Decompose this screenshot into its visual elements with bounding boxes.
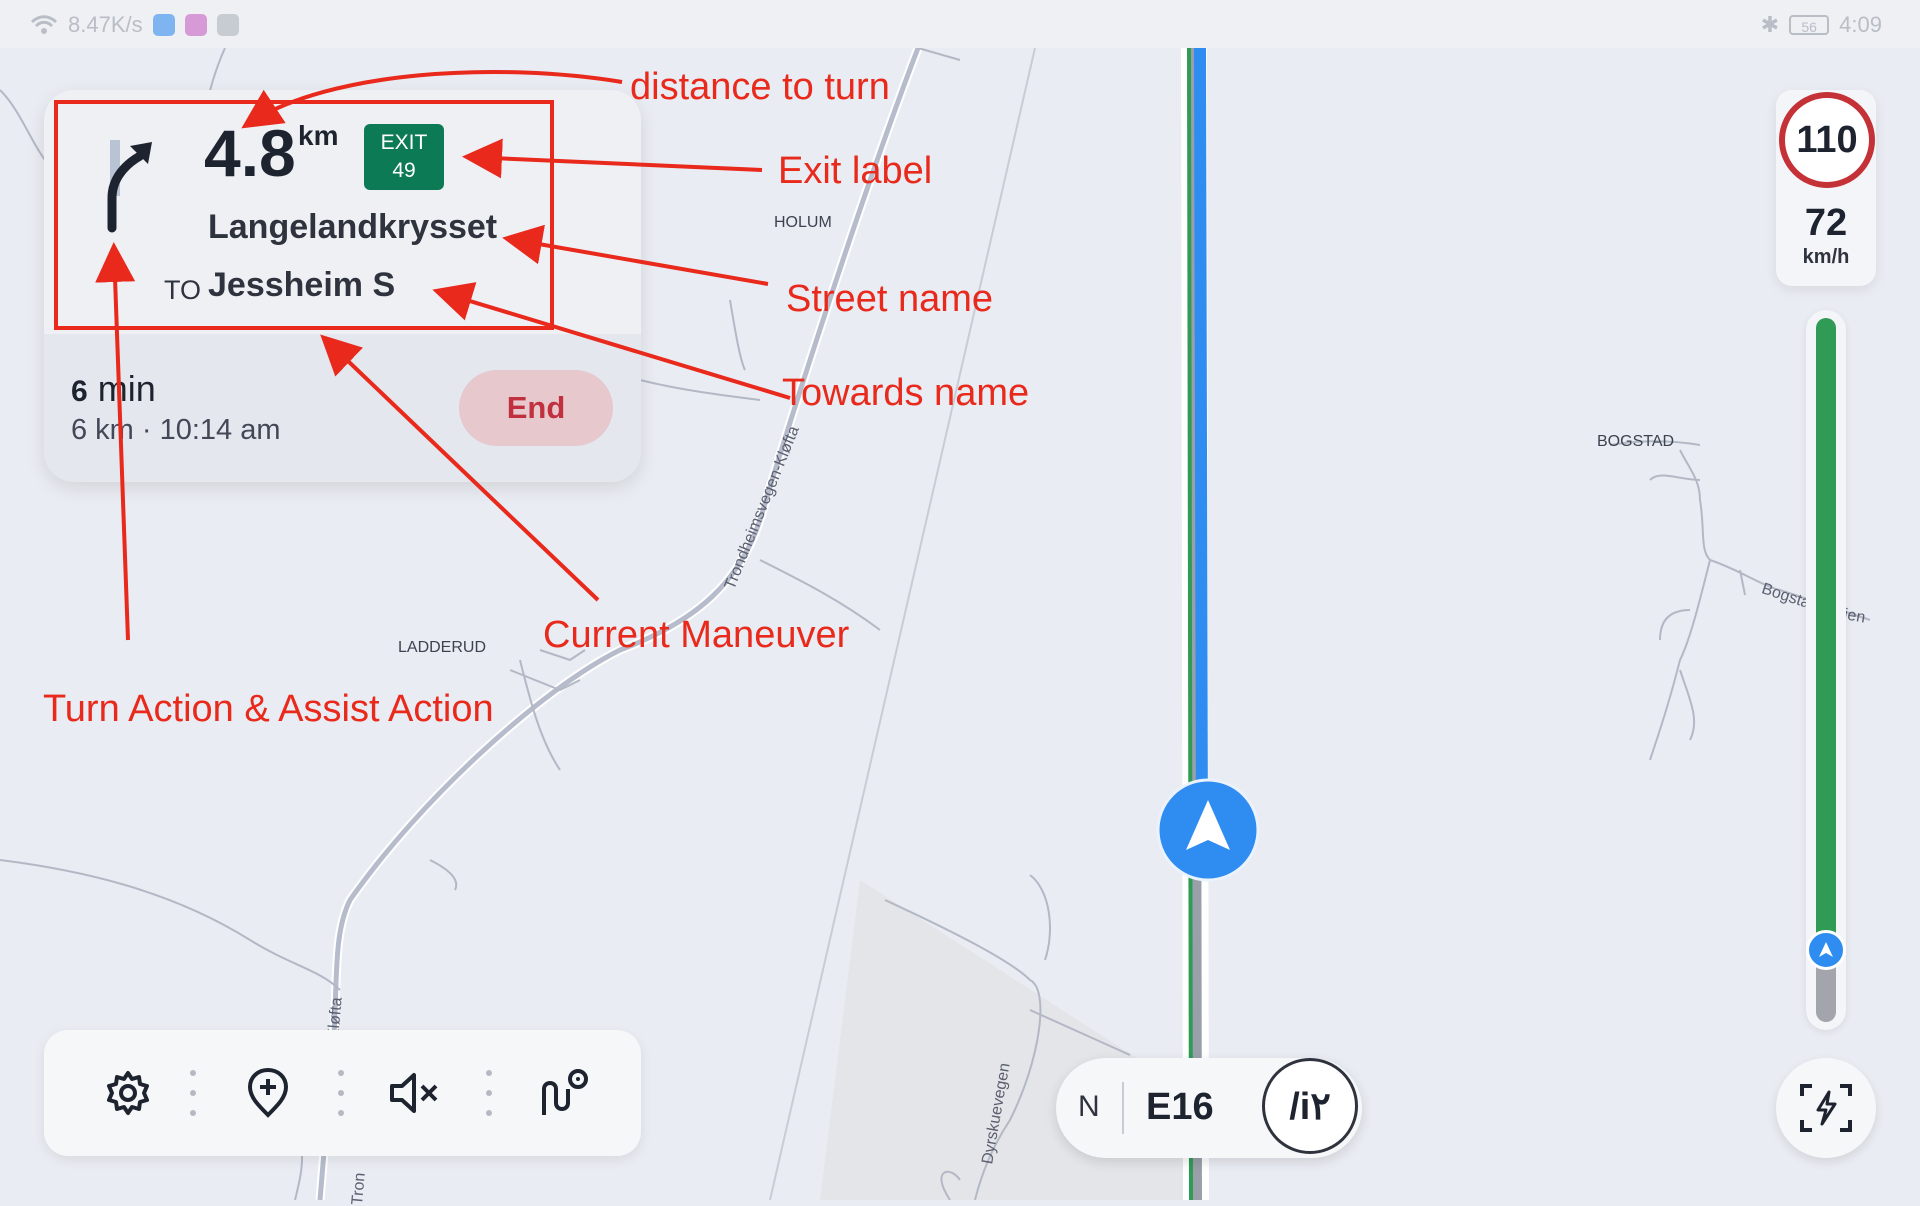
map-label-ladderud: LADDERUD (398, 639, 487, 656)
app-notification-icon-2 (216, 14, 239, 36)
map-label-bogstadvegen-end: ien (1842, 606, 1867, 627)
mute-icon (390, 1073, 438, 1113)
maneuver-card[interactable]: 4.8 km EXIT 49 Langelandkrysset TO Jessh… (44, 90, 641, 482)
network-speed: 8.47K/s (68, 12, 143, 37)
to-prefix: TO (164, 275, 202, 305)
navigation-arrow-icon (1819, 942, 1833, 957)
settings-button[interactable] (98, 1063, 158, 1123)
wifi-icon (30, 15, 58, 34)
eta-minutes-unit: min (97, 368, 156, 409)
bottom-toolbar (44, 1030, 641, 1156)
exit-label: EXIT (380, 131, 428, 154)
trip-progress-bar (1806, 310, 1846, 1030)
exit-sign: EXIT 49 (364, 124, 444, 190)
route-options-button[interactable] (534, 1063, 594, 1123)
recenter-focus-icon (1800, 1084, 1852, 1132)
current-road-name: E16 (1146, 1086, 1214, 1128)
exit-number: 49 (392, 159, 416, 182)
battery-indicator: 56 (1789, 15, 1830, 35)
gear-icon (107, 1071, 149, 1115)
toolbar-separator (190, 1070, 196, 1116)
recenter-button[interactable] (1776, 1058, 1876, 1158)
eta-duration: 6 min (71, 368, 156, 410)
map-label-bogstad: BOGSTAD (1597, 433, 1675, 450)
current-maneuver-panel[interactable]: 4.8 km EXIT 49 Langelandkrysset TO Jessh… (44, 90, 641, 334)
annotation-exit-label: Exit label (778, 150, 933, 192)
map-route-line (1194, 47, 1208, 851)
road-shield: /i٢ (1262, 1058, 1358, 1154)
annotation-turn-action: Turn Action & Assist Action (43, 688, 494, 730)
street-name: Langelandkrysset (208, 208, 498, 246)
mute-button[interactable] (386, 1063, 446, 1123)
route-options-icon (542, 1069, 588, 1115)
bluetooth-icon: ✱ (1760, 12, 1780, 37)
current-road-pill[interactable]: N E16 /i٢ (1056, 1058, 1362, 1158)
status-bar: 8.47K/s ✱ 56 4:09 (0, 0, 1920, 48)
speed-panel: 110 72 km/h (1776, 90, 1876, 286)
towards-name: Jessheim S (208, 266, 396, 304)
clock: 4:09 (1839, 12, 1882, 37)
toolbar-separator (486, 1070, 492, 1116)
eta-details: 6 km · 10:14 am (71, 414, 281, 446)
current-location-marker (1156, 778, 1260, 882)
annotation-current-maneuver: Current Maneuver (543, 614, 850, 656)
add-place-button[interactable] (238, 1063, 298, 1123)
speed-unit: km/h (1802, 246, 1850, 268)
end-navigation-button[interactable]: End (459, 370, 613, 446)
speed-limit-sign: 110 (1779, 92, 1875, 188)
distance-unit: km (298, 120, 339, 151)
progress-fill (1816, 318, 1836, 952)
telegram-app-icon (152, 14, 175, 36)
distance-to-turn: 4.8 (204, 116, 296, 190)
progress-track (1816, 318, 1836, 1022)
annotation-towards-name: Towards name (782, 372, 1030, 414)
road-pill-divider (1122, 1082, 1124, 1134)
heading-direction: N (1078, 1090, 1100, 1123)
map-label-holum: HOLUM (774, 214, 832, 231)
annotation-distance-to-turn: distance to turn (630, 66, 890, 108)
add-place-icon (247, 1067, 289, 1118)
current-speed: 72 (1804, 202, 1848, 244)
annotation-street-name: Street name (786, 278, 993, 320)
map-label-tron: Tron (349, 1172, 369, 1206)
turn-slight-right-icon (107, 140, 152, 233)
app-notification-icon (184, 14, 207, 36)
toolbar-separator (338, 1070, 344, 1116)
progress-position-marker (1806, 930, 1846, 970)
eta-minutes: 6 (71, 375, 88, 408)
